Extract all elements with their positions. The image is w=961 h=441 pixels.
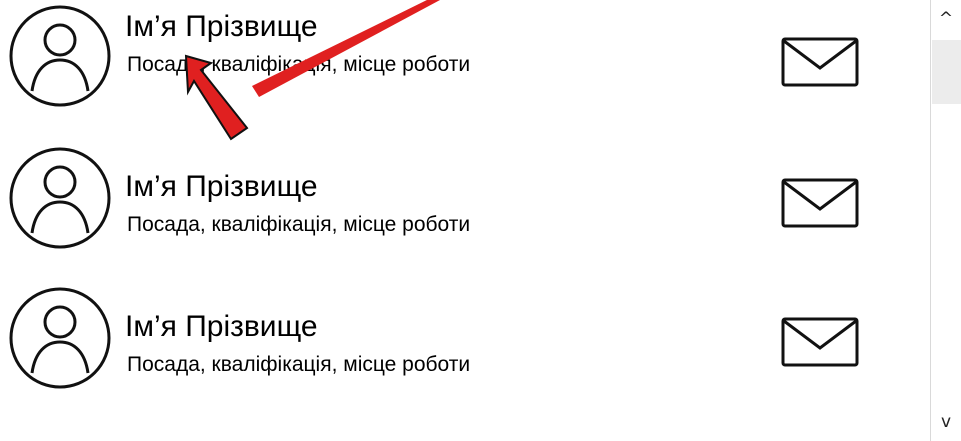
contact-item[interactable]: Ім’я Прізвище Посада, кваліфікація, місц… <box>0 286 930 396</box>
user-circle-icon <box>8 286 112 390</box>
envelope-icon[interactable] <box>781 37 859 97</box>
contact-item[interactable]: Ім’я Прізвище Посада, кваліфікація, місц… <box>0 4 930 114</box>
contact-name: Ім’я Прізвище <box>125 170 318 203</box>
contact-item[interactable]: Ім’я Прізвище Посада, кваліфікація, місц… <box>0 146 930 256</box>
contact-name: Ім’я Прізвище <box>125 10 318 43</box>
envelope-icon[interactable] <box>781 178 859 238</box>
contact-subtitle: Посада, кваліфікація, місце роботи <box>127 213 471 236</box>
contact-name: Ім’я Прізвище <box>125 310 318 343</box>
contact-subtitle: Посада, кваліфікація, місце роботи <box>127 353 471 376</box>
user-circle-icon <box>8 4 112 108</box>
scrollbar-thumb[interactable] <box>932 40 961 104</box>
user-circle-icon <box>8 146 112 250</box>
contact-subtitle: Посада, кваліфікація, місце роботи <box>127 53 471 76</box>
contact-list: Ім’я Прізвище Посада, кваліфікація, місц… <box>0 0 930 441</box>
scroll-down-button[interactable]: v <box>931 403 961 441</box>
scroll-up-button[interactable]: ^ <box>931 0 961 38</box>
envelope-icon[interactable] <box>781 317 859 377</box>
vertical-scrollbar[interactable]: ^ v <box>930 0 961 441</box>
